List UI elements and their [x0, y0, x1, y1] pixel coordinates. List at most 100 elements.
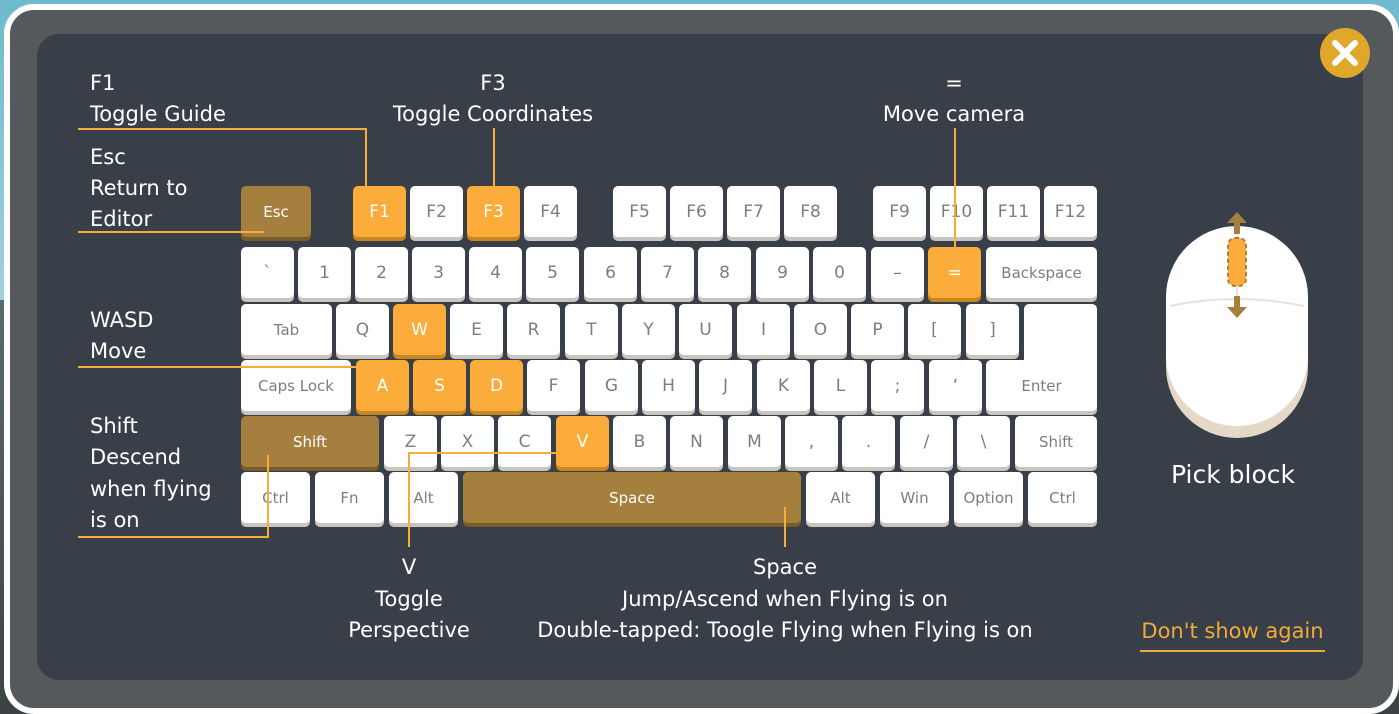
key-f2[interactable]: F2 [410, 186, 463, 237]
key-f9[interactable]: F9 [873, 186, 926, 237]
key-backspace[interactable]: Backspace [986, 247, 1097, 298]
key-e[interactable]: E [450, 304, 503, 355]
key-left-bracket[interactable]: [ [908, 304, 961, 355]
space-annotation-line1: Jump/Ascend when Flying is on [622, 587, 948, 611]
key-minus[interactable]: – [871, 247, 924, 298]
key-tab[interactable]: Tab [241, 304, 332, 355]
f3-annotation-key: F3 [480, 71, 506, 95]
key-r[interactable]: R [507, 304, 560, 355]
key-h[interactable]: H [642, 360, 695, 411]
space-annotation-key: Space [753, 555, 817, 579]
key-i[interactable]: I [737, 304, 790, 355]
key-o[interactable]: O [794, 304, 847, 355]
key-left-alt[interactable]: Alt [389, 472, 458, 523]
key-option[interactable]: Option [954, 472, 1023, 523]
key-c[interactable]: C [498, 416, 551, 467]
key-f5[interactable]: F5 [613, 186, 666, 237]
equals-leader-line [954, 128, 956, 247]
key-j[interactable]: J [699, 360, 752, 411]
key-0[interactable]: 0 [813, 247, 866, 298]
key-right-alt[interactable]: Alt [806, 472, 875, 523]
shift-annotation-line2: when flying [90, 477, 212, 501]
key-y[interactable]: Y [622, 304, 675, 355]
key-backtick[interactable]: ` [241, 247, 294, 298]
key-w[interactable]: W [393, 304, 446, 355]
key-a[interactable]: A [356, 360, 409, 411]
key-f10[interactable]: F10 [930, 186, 983, 237]
key-l[interactable]: L [814, 360, 867, 411]
esc-annotation-key: Esc [90, 145, 126, 169]
v-annotation-key: V [401, 555, 417, 579]
key-d[interactable]: D [470, 360, 523, 411]
key-semicolon[interactable]: ; [871, 360, 924, 411]
key-2[interactable]: 2 [355, 247, 408, 298]
key-8[interactable]: 8 [698, 247, 751, 298]
key-s[interactable]: S [413, 360, 466, 411]
key-m[interactable]: M [728, 416, 781, 467]
v-leader-line [408, 452, 574, 454]
f1-annotation-key: F1 [90, 71, 116, 95]
key-g[interactable]: G [585, 360, 638, 411]
key-p[interactable]: P [851, 304, 904, 355]
key-k[interactable]: K [757, 360, 810, 411]
key-right-shift[interactable]: Shift [1015, 416, 1097, 467]
key-5[interactable]: 5 [526, 247, 579, 298]
key-enter[interactable]: Enter [986, 360, 1097, 411]
key-left-shift[interactable]: Shift [241, 416, 379, 467]
key-esc[interactable]: Esc [241, 186, 311, 237]
f3-annotation-action: Toggle Coordinates [392, 102, 594, 126]
v-annotation-line1: Toggle [375, 587, 443, 611]
key-b[interactable]: B [613, 416, 666, 467]
key-x[interactable]: X [441, 416, 494, 467]
key-f11[interactable]: F11 [987, 186, 1040, 237]
key-f[interactable]: F [527, 360, 580, 411]
key-1[interactable]: 1 [298, 247, 351, 298]
shift-leader-line [78, 536, 268, 538]
key-backslash[interactable]: \ [957, 416, 1010, 467]
key-t[interactable]: T [565, 304, 618, 355]
shift-annotation-line3: is on [90, 508, 140, 532]
key-f7[interactable]: F7 [727, 186, 780, 237]
key-6[interactable]: 6 [584, 247, 637, 298]
f3-leader-line [493, 128, 495, 186]
key-f6[interactable]: F6 [670, 186, 723, 237]
key-equals[interactable]: = [928, 247, 981, 298]
key-v[interactable]: V [556, 416, 609, 467]
key-f12[interactable]: F12 [1044, 186, 1097, 237]
equals-annotation-key: = [945, 71, 963, 95]
key-win[interactable]: Win [880, 472, 949, 523]
dont-show-again-link[interactable]: Don't show again [1140, 614, 1325, 652]
f1-annotation-action: Toggle Guide [90, 102, 226, 126]
key-z[interactable]: Z [384, 416, 437, 467]
key-quote[interactable]: ‘ [929, 360, 982, 411]
key-3[interactable]: 3 [412, 247, 465, 298]
v-annotation-line2: Perspective [348, 618, 470, 642]
key-7[interactable]: 7 [641, 247, 694, 298]
key-left-ctrl[interactable]: Ctrl [241, 472, 310, 523]
key-comma[interactable]: , [785, 416, 838, 467]
esc-annotation-line1: Return to [90, 176, 188, 200]
close-button[interactable] [1320, 28, 1370, 78]
key-f3[interactable]: F3 [467, 186, 520, 237]
key-slash[interactable]: / [900, 416, 953, 467]
key-right-ctrl[interactable]: Ctrl [1028, 472, 1097, 523]
wasd-annotation-action: Move [90, 339, 147, 363]
key-4[interactable]: 4 [469, 247, 522, 298]
key-9[interactable]: 9 [756, 247, 809, 298]
shift-annotation-line1: Descend [90, 445, 182, 469]
key-q[interactable]: Q [336, 304, 389, 355]
mouse-icon [1166, 212, 1308, 438]
key-fn[interactable]: Fn [315, 472, 384, 523]
key-n[interactable]: N [670, 416, 723, 467]
key-period[interactable]: . [842, 416, 895, 467]
key-f4[interactable]: F4 [524, 186, 577, 237]
v-leader-line-vertical [408, 452, 410, 547]
key-right-bracket[interactable]: ] [966, 304, 1019, 355]
key-space[interactable]: Space [463, 472, 801, 523]
mouse-annotation: Pick block [1171, 460, 1295, 489]
shift-leader-line-vertical [267, 455, 269, 538]
key-f1[interactable]: F1 [353, 186, 406, 237]
esc-annotation-line2: Editor [90, 207, 153, 231]
key-u[interactable]: U [679, 304, 732, 355]
key-f8[interactable]: F8 [784, 186, 837, 237]
